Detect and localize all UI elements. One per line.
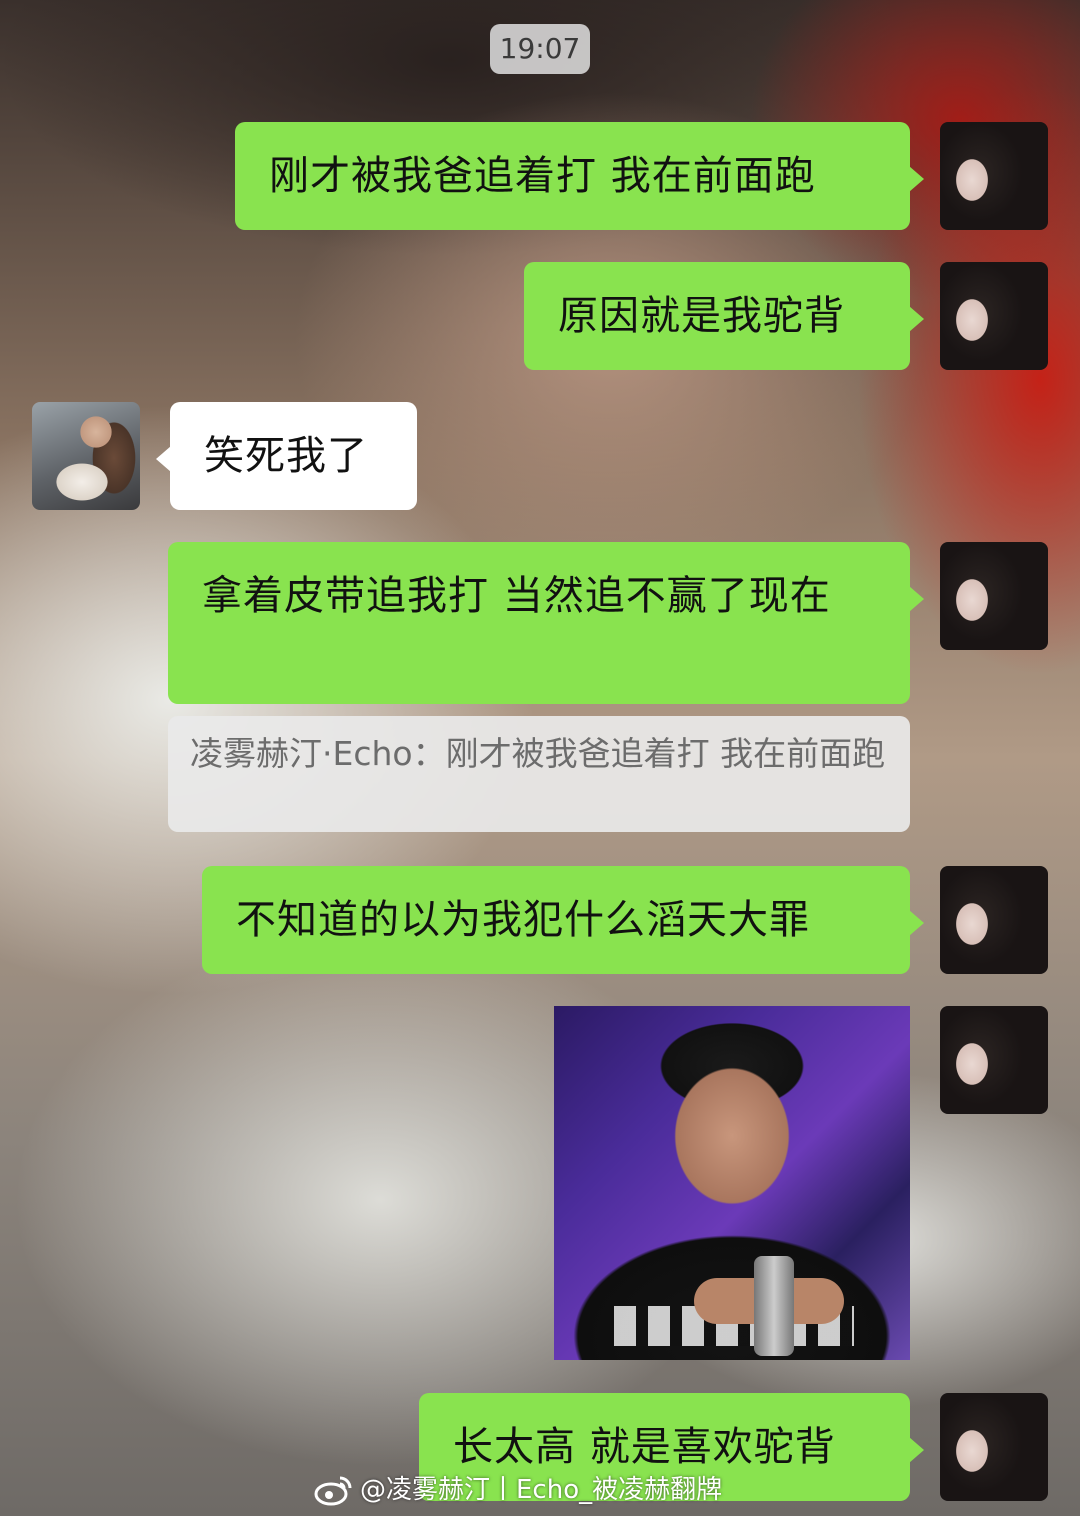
message-bubble-sent[interactable]: 不知道的以为我犯什么滔天大罪 (202, 866, 924, 974)
message-bubble-sent[interactable]: 拿着皮带追我打 当然追不赢了现在 (168, 542, 924, 704)
my-avatar[interactable] (940, 866, 1048, 974)
message-bubble-received[interactable]: 笑死我了 (156, 402, 417, 510)
message-text: 长太高 就是喜欢驼背 (453, 1424, 836, 1470)
weibo-watermark: @凌雾赫汀丨Echo_被凌赫翻牌 (314, 1470, 722, 1510)
quoted-message[interactable]: 凌雾赫汀·Echo：刚才被我爸追着打 我在前面跑 (168, 716, 910, 832)
message-text: 原因就是我驼背 (558, 293, 845, 339)
contact-avatar[interactable] (32, 402, 140, 510)
my-avatar[interactable] (940, 262, 1048, 370)
quoted-message-text: 凌雾赫汀·Echo：刚才被我爸追着打 我在前面跑 (190, 734, 886, 773)
message-bubble-sent[interactable]: 原因就是我驼背 (524, 262, 924, 370)
message-bubble-sent[interactable]: 刚才被我爸追着打 我在前面跑 (235, 122, 924, 230)
sticker-microphone (754, 1256, 794, 1356)
message-text: 拿着皮带追我打 当然追不赢了现在 (202, 573, 831, 619)
weibo-icon (314, 1474, 354, 1506)
my-avatar[interactable] (940, 1006, 1048, 1114)
watermark-text: @凌雾赫汀丨Echo_被凌赫翻牌 (360, 1475, 723, 1505)
my-avatar[interactable] (940, 542, 1048, 650)
message-text: 刚才被我爸追着打 我在前面跑 (269, 153, 816, 199)
message-text: 笑死我了 (204, 433, 368, 479)
crying-man-sticker[interactable] (554, 1006, 910, 1360)
my-avatar[interactable] (940, 122, 1048, 230)
message-timestamp: 19:07 (490, 24, 590, 74)
my-avatar[interactable] (940, 1393, 1048, 1501)
message-text: 不知道的以为我犯什么滔天大罪 (236, 897, 810, 943)
